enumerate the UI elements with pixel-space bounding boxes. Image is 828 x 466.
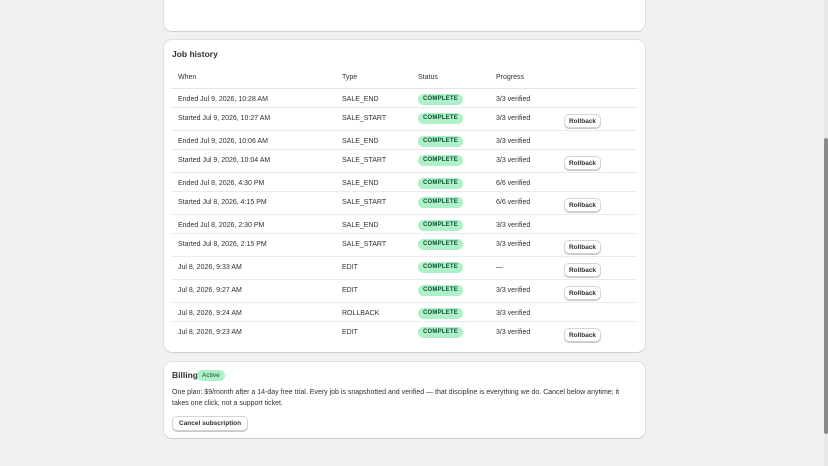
row-status: COMPLETE (418, 155, 463, 166)
column-header-status: Status (418, 74, 438, 81)
status-badge: COMPLETE (418, 327, 463, 338)
row-status: COMPLETE (418, 262, 463, 273)
row-progress: 3/3 verified (496, 157, 531, 164)
status-badge: COMPLETE (418, 94, 463, 105)
row-progress: 3/3 verified (496, 222, 531, 229)
row-type: SALE_START (342, 157, 387, 164)
status-badge: COMPLETE (418, 308, 463, 319)
row-when: Jul 8, 2026, 9:24 AM (178, 310, 242, 317)
status-badge: COMPLETE (418, 262, 463, 273)
status-badge: COMPLETE (418, 136, 463, 147)
row-when: Started Jul 9, 2026, 10:27 AM (178, 115, 271, 122)
row-when: Ended Jul 9, 2026, 10:06 AM (178, 138, 268, 145)
status-badge: COMPLETE (418, 220, 463, 231)
previous-card (164, 0, 645, 31)
row-status: COMPLETE (418, 197, 463, 208)
row-when: Jul 8, 2026, 9:23 AM (178, 329, 242, 336)
row-when: Ended Jul 8, 2026, 2:30 PM (178, 222, 265, 229)
rollback-button[interactable]: Rollback (564, 156, 601, 170)
table-row: Ended Jul 9, 2026, 10:28 AM SALE_END COMPL… (171, 89, 637, 108)
row-type: SALE_START (342, 241, 387, 248)
status-badge: COMPLETE (418, 155, 463, 166)
row-type: EDIT (342, 329, 358, 336)
table-row: Ended Jul 8, 2026, 2:30 PM SALE_END COMPLE… (171, 215, 637, 234)
table-row: Jul 8, 2026, 9:27 AM EDIT COMPLETE 3/3 veri… (171, 280, 637, 303)
row-type: SALE_END (342, 222, 379, 229)
table-row: Jul 8, 2026, 9:24 AM ROLLBACK COMPLETE 3/3 … (171, 303, 637, 322)
row-progress: 6/6 verified (496, 199, 531, 206)
status-badge: COMPLETE (418, 178, 463, 189)
table-row: Jul 8, 2026, 9:33 AM EDIT COMPLETE — Rollbac… (171, 257, 637, 280)
row-when: Started Jul 8, 2026, 4:15 PM (178, 199, 267, 206)
row-status: COMPLETE (418, 136, 463, 147)
row-progress: 3/3 verified (496, 287, 531, 294)
status-badge: COMPLETE (418, 197, 463, 208)
row-status: COMPLETE (418, 239, 463, 250)
job-history-title: Job history (172, 49, 218, 59)
row-type: EDIT (342, 287, 358, 294)
table-row: Started Jul 8, 2026, 4:15 PM SALE_START CO… (171, 192, 637, 215)
row-status: COMPLETE (418, 220, 463, 231)
row-progress: 3/3 verified (496, 96, 531, 103)
rollback-button[interactable]: Rollback (564, 263, 601, 277)
job-history-table-header: When Type Status Progress (171, 66, 637, 89)
table-row: Started Jul 8, 2026, 2:15 PM SALE_START CO… (171, 234, 637, 257)
row-progress: 3/3 verified (496, 115, 531, 122)
row-type: SALE_START (342, 115, 387, 122)
row-status: COMPLETE (418, 94, 463, 105)
row-type: ROLLBACK (342, 310, 380, 317)
page: Job history When Type Status Progress En… (0, 0, 828, 466)
row-progress: 6/6 verified (496, 180, 531, 187)
table-row: Started Jul 9, 2026, 10:27 AM SALE_START C… (171, 108, 637, 131)
job-history-card: Job history When Type Status Progress En… (164, 40, 645, 352)
row-progress: — (496, 264, 503, 271)
table-row: Jul 8, 2026, 9:23 AM EDIT COMPLETE 3/3 veri… (171, 322, 637, 345)
row-status: COMPLETE (418, 113, 463, 124)
status-badge: COMPLETE (418, 285, 463, 296)
row-progress: 3/3 verified (496, 310, 531, 317)
row-when: Jul 8, 2026, 9:33 AM (178, 264, 242, 271)
status-badge: COMPLETE (418, 239, 463, 250)
row-status: COMPLETE (418, 327, 463, 338)
rollback-button[interactable]: Rollback (564, 114, 601, 128)
column-header-type: Type (342, 74, 358, 81)
row-progress: 3/3 verified (496, 138, 531, 145)
row-progress: 3/3 verified (496, 329, 531, 336)
page-scrollbar-thumb[interactable] (824, 138, 828, 434)
billing-description: One plan: $9/month after a 14-day free t… (172, 389, 620, 407)
status-badge: COMPLETE (418, 113, 463, 124)
column-header-progress: Progress (496, 74, 525, 81)
table-row: Ended Jul 8, 2026, 4:30 PM SALE_END COMPLE… (171, 173, 637, 192)
row-when: Started Jul 9, 2026, 10:04 AM (178, 157, 271, 164)
rollback-button[interactable]: Rollback (564, 240, 601, 254)
row-when: Ended Jul 8, 2026, 4:30 PM (178, 180, 265, 187)
rollback-button[interactable]: Rollback (564, 198, 601, 212)
row-when: Ended Jul 9, 2026, 10:28 AM (178, 96, 268, 103)
table-row: Started Jul 9, 2026, 10:04 AM SALE_START C… (171, 150, 637, 173)
row-type: SALE_START (342, 199, 387, 206)
row-type: EDIT (342, 264, 358, 271)
rollback-button[interactable]: Rollback (564, 328, 601, 342)
table-row: Ended Jul 9, 2026, 10:06 AM SALE_END COMPL… (171, 131, 637, 150)
row-type: SALE_END (342, 138, 379, 145)
column-header-when: When (178, 74, 197, 81)
billing-card: Billing Active One plan: $9/month after … (164, 362, 645, 438)
row-when: Jul 8, 2026, 9:27 AM (178, 287, 242, 294)
rollback-button[interactable]: Rollback (564, 286, 601, 300)
billing-title: Billing (172, 370, 198, 380)
billing-status-badge: Active (197, 370, 225, 381)
row-type: SALE_END (342, 180, 379, 187)
cancel-subscription-button[interactable]: Cancel subscription (172, 416, 249, 431)
row-status: COMPLETE (418, 178, 463, 189)
row-status: COMPLETE (418, 285, 463, 296)
row-progress: 3/3 verified (496, 241, 531, 248)
row-status: COMPLETE (418, 308, 463, 319)
page-scrollbar[interactable] (824, 0, 828, 466)
row-when: Started Jul 8, 2026, 2:15 PM (178, 241, 267, 248)
row-type: SALE_END (342, 96, 379, 103)
